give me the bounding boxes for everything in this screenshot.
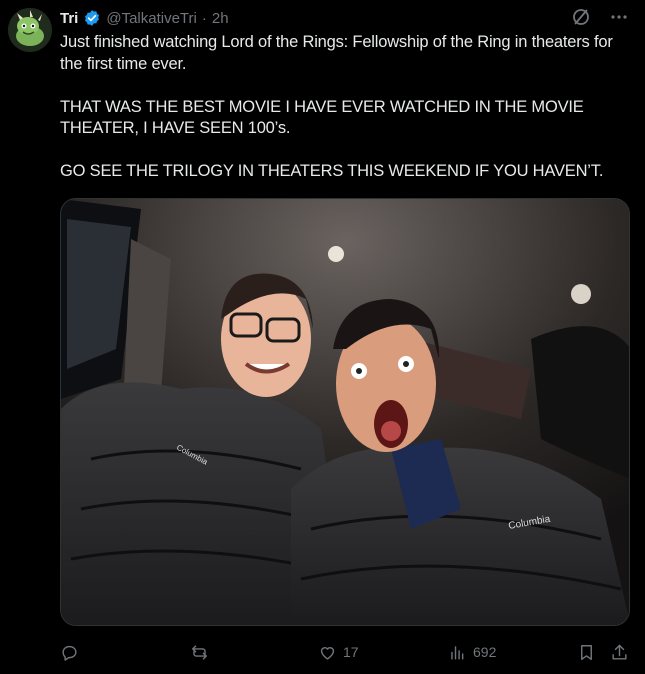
timestamp[interactable]: 2h [212,10,229,27]
bookmark-icon [581,644,592,660]
tweet-line-3: GO SEE THE TRILOGY IN THEATERS THIS WEEK… [60,162,604,180]
avatar[interactable] [8,8,52,52]
repost-button[interactable] [190,640,215,664]
bookmark-button[interactable] [577,640,596,664]
reply-icon [62,645,77,661]
repost-icon [192,644,207,660]
views-button[interactable]: 692 [448,640,496,664]
tweet-photo[interactable]: Columbia Columbia [60,198,630,626]
car-selfie-image: Columbia Columbia [61,199,629,625]
like-count: 17 [343,644,359,660]
user-handle[interactable]: @TalkativeTri [106,10,197,27]
tweet-header: Tri @TalkativeTri · 2h [60,8,229,28]
views-icon [451,645,464,660]
tweet: Tri @TalkativeTri · 2h Just finished wat… [0,0,645,674]
tweet-top-icons [571,7,629,27]
reply-button[interactable] [60,640,85,664]
tweet-line-2: THAT WAS THE BEST MOVIE I HAVE EVER WATC… [60,97,584,138]
like-icon [320,646,335,660]
grok-icon[interactable] [571,7,591,27]
share-button[interactable] [610,640,629,664]
separator-dot: · [201,9,207,27]
share-icon [612,644,627,660]
views-count: 692 [473,644,497,660]
tweet-text: Just finished watching Lord of the Rings… [60,32,630,183]
display-name[interactable]: Tri [60,10,78,27]
tweet-line-1: Just finished watching Lord of the Rings… [60,33,613,73]
tweet-actions: 17 692 [60,640,630,664]
like-button[interactable]: 17 [318,640,359,664]
more-icon[interactable] [609,7,629,27]
verified-badge-icon [85,10,100,26]
avatar-dino-icon [8,8,52,52]
